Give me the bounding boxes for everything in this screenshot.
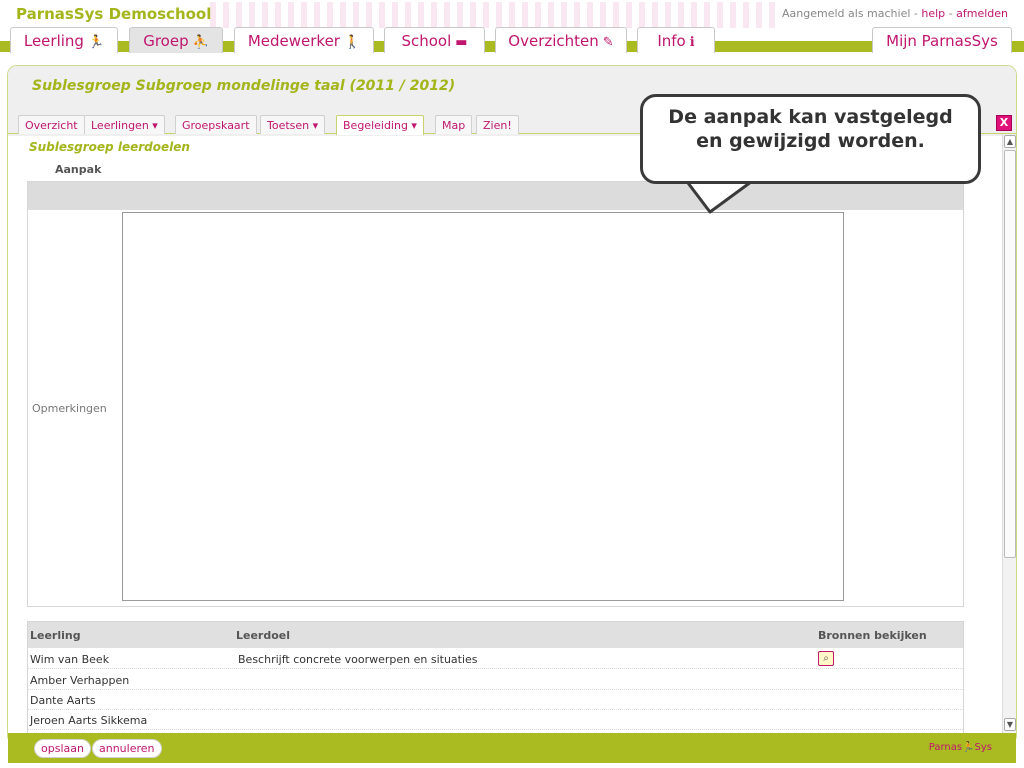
subtab-toetsen[interactable]: Toetsen ▾ bbox=[260, 115, 326, 134]
form-header-bar bbox=[28, 182, 963, 210]
scroll-down-icon[interactable]: ▼ bbox=[1004, 718, 1016, 731]
subtab-overzicht[interactable]: Overzicht bbox=[18, 115, 85, 134]
leerdoelen-table: Leerling Leerdoel Bronnen bekijken Wim v… bbox=[27, 621, 964, 744]
footer-bar: opslaan annuleren Parnas🏃Sys bbox=[8, 733, 1016, 763]
magnifier-icon[interactable]: ⌕ bbox=[818, 651, 834, 666]
callout-line-1: De aanpak kan vastgelegd bbox=[668, 106, 953, 128]
person-icon: 🚶 bbox=[343, 35, 361, 50]
section-title: Sublesgroep leerdoelen bbox=[29, 140, 190, 154]
logo-text-left: Parnas bbox=[928, 742, 963, 753]
callout-tail bbox=[683, 179, 757, 214]
subtab-map[interactable]: Map bbox=[435, 115, 473, 134]
tab-label: Mijn ParnasSys bbox=[886, 32, 998, 50]
table-row: Amber Verhappen bbox=[28, 670, 963, 690]
tab-overzichten[interactable]: Overzichten ✎ bbox=[495, 27, 627, 53]
tab-info[interactable]: Info ℹ bbox=[637, 27, 715, 53]
tab-leerling[interactable]: Leerling 🏃 bbox=[10, 27, 118, 53]
logout-link[interactable]: afmelden bbox=[956, 7, 1008, 20]
table-header: Leerling Leerdoel Bronnen bekijken bbox=[28, 622, 963, 648]
aanpak-form: Opmerkingen bbox=[27, 181, 964, 607]
scrollbar-thumb[interactable] bbox=[1004, 150, 1016, 558]
tab-school[interactable]: School ▬ bbox=[384, 27, 485, 53]
tab-label: Groep bbox=[143, 32, 189, 50]
cell-leerdoel: Beschrijft concrete voorwerpen en situat… bbox=[238, 653, 478, 666]
tab-label: Medewerker bbox=[247, 32, 340, 50]
header-decoration bbox=[210, 2, 780, 28]
app-header: ParnasSys Demoschool Aangemeld als machi… bbox=[0, 0, 1024, 56]
login-text: Aangemeld als machiel - bbox=[782, 7, 922, 20]
info-icon: ℹ bbox=[689, 35, 695, 50]
tab-label: Overzichten bbox=[508, 32, 599, 50]
page-title: Sublesgroep Subgroep mondelinge taal (20… bbox=[32, 78, 456, 94]
opmerkingen-label: Opmerkingen bbox=[32, 402, 107, 415]
column-header-leerling: Leerling bbox=[30, 629, 81, 642]
tab-label: School bbox=[401, 32, 452, 50]
pencil-icon: ✎ bbox=[602, 35, 614, 50]
subtab-begeleiding[interactable]: Begeleiding ▾ bbox=[336, 115, 424, 135]
group-icon: ⛹ bbox=[192, 35, 209, 50]
tab-mijn-parnassys[interactable]: Mijn ParnasSys bbox=[872, 27, 1012, 53]
tab-label: Leerling bbox=[23, 32, 84, 50]
tab-medewerker[interactable]: Medewerker 🚶 bbox=[234, 27, 374, 53]
callout-line-2: en gewijzigd worden. bbox=[696, 130, 925, 152]
tab-groep[interactable]: Groep ⛹ bbox=[129, 27, 223, 53]
link-separator: - bbox=[945, 7, 957, 20]
subtab-leerlingen[interactable]: Leerlingen ▾ bbox=[84, 115, 165, 134]
table-row: Wim van Beek Beschrijft concrete voorwer… bbox=[28, 649, 963, 669]
running-person-logo-icon: 🏃 bbox=[962, 742, 975, 753]
logo-text-right: Sys bbox=[974, 742, 992, 753]
cancel-button[interactable]: annuleren bbox=[92, 739, 162, 758]
parnassys-logo: Parnas🏃Sys bbox=[929, 742, 992, 753]
school-name: ParnasSys Demoschool bbox=[16, 5, 212, 23]
subtab-groepskaart[interactable]: Groepskaart bbox=[175, 115, 257, 134]
column-header-leerdoel: Leerdoel bbox=[236, 629, 291, 642]
cell-leerling: Wim van Beek bbox=[30, 653, 110, 666]
table-row: Dante Aarts bbox=[28, 690, 963, 710]
table-row: Jeroen Aarts Sikkema bbox=[28, 710, 963, 730]
callout-bubble: De aanpak kan vastgelegd en gewijzigd wo… bbox=[640, 94, 981, 184]
help-link[interactable]: help bbox=[921, 7, 945, 20]
vertical-scrollbar[interactable]: ▲ ▼ bbox=[1002, 134, 1016, 734]
opmerkingen-textarea[interactable] bbox=[122, 212, 844, 601]
cell-leerling: Dante Aarts bbox=[30, 694, 96, 707]
school-icon: ▬ bbox=[455, 35, 468, 50]
login-info: Aangemeld als machiel - help - afmelden bbox=[782, 7, 1008, 20]
cell-leerling: Jeroen Aarts Sikkema bbox=[30, 714, 148, 727]
tab-label: Info bbox=[657, 32, 686, 50]
scroll-up-icon[interactable]: ▲ bbox=[1004, 135, 1016, 148]
subtab-zien[interactable]: Zien! bbox=[476, 115, 519, 134]
column-header-bronnen: Bronnen bekijken bbox=[818, 629, 927, 642]
aanpak-label: Aanpak bbox=[55, 163, 102, 176]
save-button[interactable]: opslaan bbox=[34, 739, 91, 758]
close-button[interactable]: X bbox=[996, 115, 1012, 131]
running-person-icon: 🏃 bbox=[87, 35, 105, 50]
cell-leerling: Amber Verhappen bbox=[30, 674, 130, 687]
